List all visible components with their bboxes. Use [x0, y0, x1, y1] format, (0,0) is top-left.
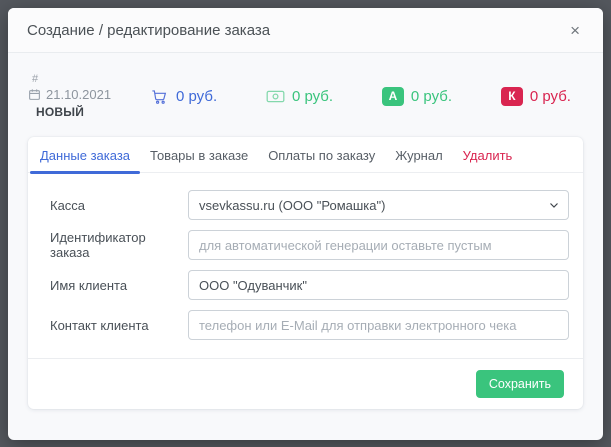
order-meta: # 21.10.2021 НОВЫЙ [28, 73, 140, 119]
tab-journal[interactable]: Журнал [385, 137, 452, 172]
modal-body: # 21.10.2021 НОВЫЙ [8, 53, 603, 440]
order-date-text: 21.10.2021 [46, 87, 111, 102]
tab-order-data[interactable]: Данные заказа [30, 137, 140, 172]
close-button[interactable]: × [566, 20, 584, 41]
shopping-cart-icon [150, 87, 169, 106]
kassa-label: Касса [36, 198, 188, 213]
client-contact-label: Контакт клиента [36, 318, 188, 333]
tab-order-payments[interactable]: Оплаты по заказу [258, 137, 385, 172]
client-contact-input[interactable] [188, 310, 569, 340]
form-row-kassa: Касса vsevkassu.ru (ООО "Ромашка") [36, 190, 569, 220]
calendar-icon [28, 88, 41, 101]
metric-payments-total: 0 руб. [266, 87, 333, 106]
order-tabs: Данные заказа Товары в заказе Оплаты по … [28, 137, 583, 173]
order-id-input[interactable] [188, 230, 569, 260]
order-id-label: Идентификатор заказа [36, 230, 188, 260]
tab-delete[interactable]: Удалить [453, 137, 523, 172]
form-row-client-name: Имя клиента [36, 270, 569, 300]
form-row-client-contact: Контакт клиента [36, 310, 569, 340]
order-id-control [188, 230, 569, 260]
advance-total-amount: 0 руб. [411, 88, 452, 105]
card-footer: Сохранить [28, 358, 583, 409]
modal-header: Создание / редактирование заказа × [8, 8, 603, 53]
cart-total-amount: 0 руб. [176, 88, 217, 105]
client-name-control [188, 270, 569, 300]
order-number-hash: # [32, 73, 140, 85]
client-contact-control [188, 310, 569, 340]
order-date: 21.10.2021 [28, 87, 140, 102]
order-edit-modal: Создание / редактирование заказа × # 21.… [8, 8, 603, 440]
form-row-order-id: Идентификатор заказа [36, 230, 569, 260]
credit-total-amount: 0 руб. [530, 88, 571, 105]
kassa-select[interactable]: vsevkassu.ru (ООО "Ромашка") [188, 190, 569, 220]
metric-cart-total: 0 руб. [150, 87, 217, 106]
kassa-control: vsevkassu.ru (ООО "Ромашка") [188, 190, 569, 220]
order-status: НОВЫЙ [36, 105, 140, 119]
client-name-label: Имя клиента [36, 278, 188, 293]
order-form: Касса vsevkassu.ru (ООО "Ромашка") Идент… [28, 173, 583, 358]
client-name-input[interactable] [188, 270, 569, 300]
metric-advance-total: А 0 руб. [382, 87, 452, 106]
order-summary: # 21.10.2021 НОВЫЙ [28, 73, 583, 119]
modal-title: Создание / редактирование заказа [27, 22, 270, 39]
metric-credit-total: К 0 руб. [501, 87, 571, 106]
credit-badge: К [501, 87, 523, 106]
close-icon: × [570, 21, 580, 40]
tab-order-items[interactable]: Товары в заказе [140, 137, 258, 172]
advance-badge: А [382, 87, 404, 106]
banknote-icon [266, 87, 285, 106]
order-metrics: 0 руб. 0 руб. А 0 руб. К 0 руб. [140, 87, 583, 106]
payments-total-amount: 0 руб. [292, 88, 333, 105]
order-card: Данные заказа Товары в заказе Оплаты по … [28, 137, 583, 409]
save-button[interactable]: Сохранить [476, 370, 564, 398]
